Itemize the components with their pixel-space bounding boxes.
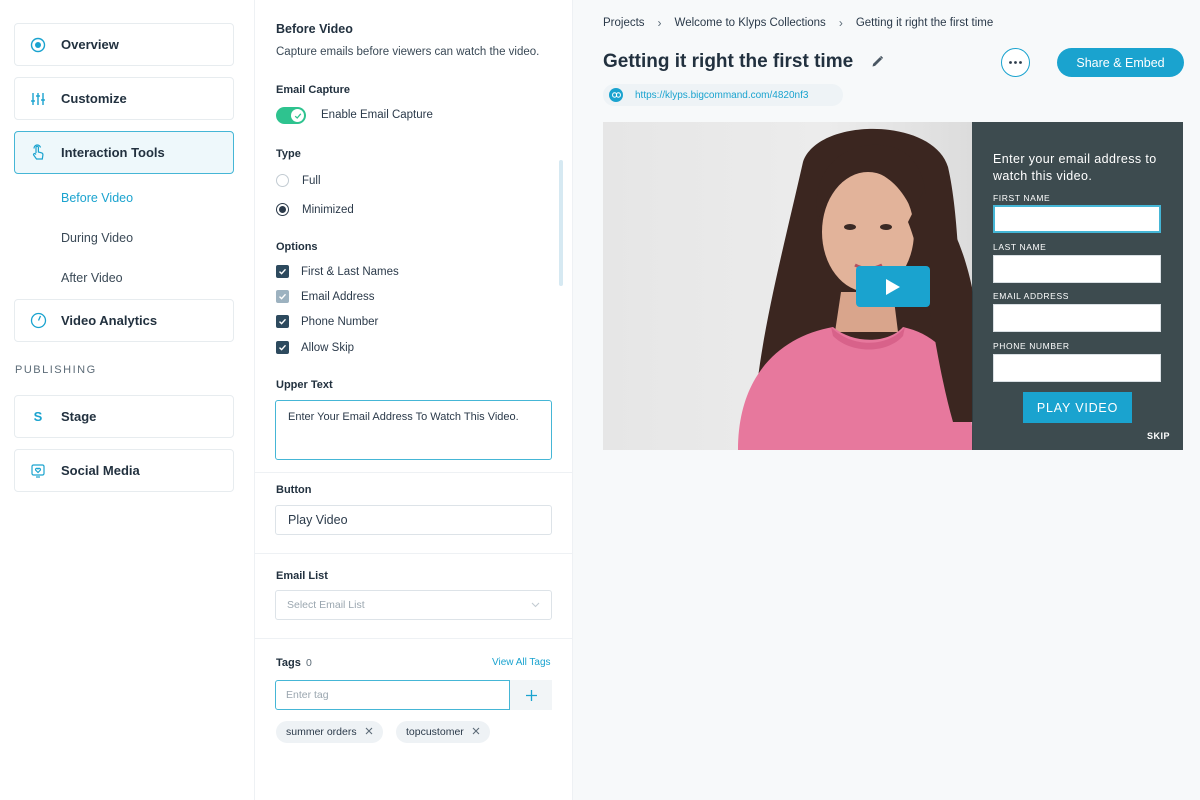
chevron-down-icon [531, 599, 540, 611]
button-text-input[interactable]: Play Video [275, 505, 552, 535]
subnav-after-video[interactable]: After Video [61, 271, 123, 285]
nav-customize[interactable]: Customize [14, 77, 234, 120]
allow-skip-label: Allow Skip [301, 342, 355, 354]
type-full-radio[interactable] [276, 174, 289, 187]
stage-icon: S [15, 409, 61, 424]
email-address-field-label: EMAIL ADDRESS [993, 291, 1069, 301]
upper-text-textarea[interactable]: Enter Your Email Address To Watch This V… [275, 400, 552, 460]
email-address-field[interactable] [993, 304, 1161, 332]
panel-divider [255, 472, 573, 473]
panel-description: Capture emails before viewers can watch … [276, 46, 540, 58]
nav-social-media[interactable]: Social Media [14, 449, 234, 492]
subnav-during-video[interactable]: During Video [61, 231, 133, 245]
subnav-before-video[interactable]: Before Video [61, 191, 133, 205]
play-video-overlay-button[interactable] [856, 266, 930, 307]
video-link[interactable]: https://klyps.bigcommand.com/4820nf3 [603, 84, 843, 106]
tags-label: Tags [276, 657, 301, 669]
email-address-checkbox[interactable] [276, 290, 289, 303]
upper-text-label: Upper Text [276, 379, 333, 391]
type-full-label: Full [302, 175, 321, 187]
breadcrumb-projects[interactable]: Projects [603, 17, 645, 29]
nav-overview[interactable]: Overview [14, 23, 234, 66]
hand-pointer-icon [15, 143, 61, 162]
phone-number-field[interactable] [993, 354, 1161, 382]
play-icon [886, 278, 900, 295]
close-icon[interactable] [472, 726, 480, 738]
tag-chip[interactable]: topcustomer [396, 721, 490, 743]
video-player-preview[interactable]: Enter your email address to watch this v… [603, 122, 1183, 450]
add-tag-button[interactable] [510, 680, 552, 710]
type-minimized-radio[interactable] [276, 203, 289, 216]
panel-divider [255, 553, 573, 554]
tag-input[interactable]: Enter tag [275, 680, 510, 710]
panel-title: Before Video [276, 22, 353, 36]
stage-letter: S [33, 409, 43, 424]
button-label: Button [276, 484, 312, 496]
enable-email-capture-label: Enable Email Capture [321, 109, 433, 121]
nav-video-analytics[interactable]: Video Analytics [14, 299, 234, 342]
sliders-icon [15, 91, 61, 107]
chevron-right-icon: › [657, 16, 662, 30]
phone-number-label: Phone Number [301, 316, 379, 328]
overview-icon [15, 37, 61, 53]
view-all-tags-link[interactable]: View All Tags [492, 657, 551, 668]
nav-interaction-tools[interactable]: Interaction Tools [14, 131, 234, 174]
social-heart-icon [15, 463, 61, 479]
nav-stage-label: Stage [61, 409, 97, 424]
chevron-right-icon: › [838, 16, 843, 30]
type-minimized-label: Minimized [302, 204, 354, 216]
nav-overview-label: Overview [61, 37, 119, 52]
breadcrumb-current: Getting it right the first time [855, 17, 994, 29]
email-list-select[interactable]: Select Email List [275, 590, 552, 620]
email-list-placeholder: Select Email List [287, 599, 365, 611]
share-embed-button[interactable]: Share & Embed [1057, 48, 1184, 77]
breadcrumb: Projects › Welcome to Klyps Collections … [603, 16, 993, 30]
type-label: Type [276, 148, 301, 160]
email-capture-label: Email Capture [276, 84, 350, 96]
first-last-names-checkbox[interactable] [276, 265, 289, 278]
link-icon [609, 88, 623, 102]
settings-panel: Before Video Capture emails before viewe… [255, 0, 573, 800]
overlay-heading: Enter your email address to watch this v… [993, 152, 1157, 183]
nav-video-analytics-label: Video Analytics [61, 313, 158, 328]
plus-icon [525, 689, 537, 701]
tags-count: 0 [306, 657, 312, 669]
ellipsis-icon [1009, 61, 1022, 64]
first-name-field[interactable] [993, 205, 1161, 233]
allow-skip-checkbox[interactable] [276, 341, 289, 354]
last-name-label: LAST NAME [993, 242, 1047, 252]
play-video-button[interactable]: PLAY VIDEO [1023, 392, 1132, 423]
panel-divider [255, 638, 573, 639]
tag-chip-label: topcustomer [406, 726, 464, 738]
nav-customize-label: Customize [61, 91, 127, 106]
panel-scrollbar[interactable] [559, 160, 563, 286]
phone-number-checkbox[interactable] [276, 315, 289, 328]
nav-social-media-label: Social Media [61, 463, 140, 478]
analytics-gauge-icon [15, 312, 61, 329]
first-last-names-label: First & Last Names [301, 266, 399, 278]
phone-number-field-label: PHONE NUMBER [993, 341, 1070, 351]
first-name-label: FIRST NAME [993, 193, 1051, 203]
email-capture-overlay: Enter your email address to watch this v… [972, 122, 1183, 450]
tag-chip[interactable]: summer orders [276, 721, 383, 743]
nav-interaction-tools-label: Interaction Tools [61, 145, 165, 160]
close-icon[interactable] [365, 726, 373, 738]
video-link-url: https://klyps.bigcommand.com/4820nf3 [635, 89, 809, 101]
page-title: Getting it right the first time [603, 51, 854, 72]
email-list-label: Email List [276, 570, 328, 582]
more-options-button[interactable] [1001, 48, 1030, 77]
tag-chip-label: summer orders [286, 726, 357, 738]
options-label: Options [276, 241, 318, 253]
enable-email-capture-toggle[interactable] [276, 107, 306, 124]
breadcrumb-collection[interactable]: Welcome to Klyps Collections [675, 17, 826, 29]
toggle-check-icon [291, 109, 304, 122]
nav-stage[interactable]: S Stage [14, 395, 234, 438]
edit-pencil-icon[interactable] [871, 55, 884, 73]
left-navigation: Overview Customize Interaction Tools Bef… [0, 0, 255, 800]
last-name-field[interactable] [993, 255, 1161, 283]
publishing-section-label: PUBLISHING [15, 364, 97, 376]
email-address-label: Email Address [301, 291, 375, 303]
skip-link[interactable]: SKIP [1147, 431, 1170, 441]
